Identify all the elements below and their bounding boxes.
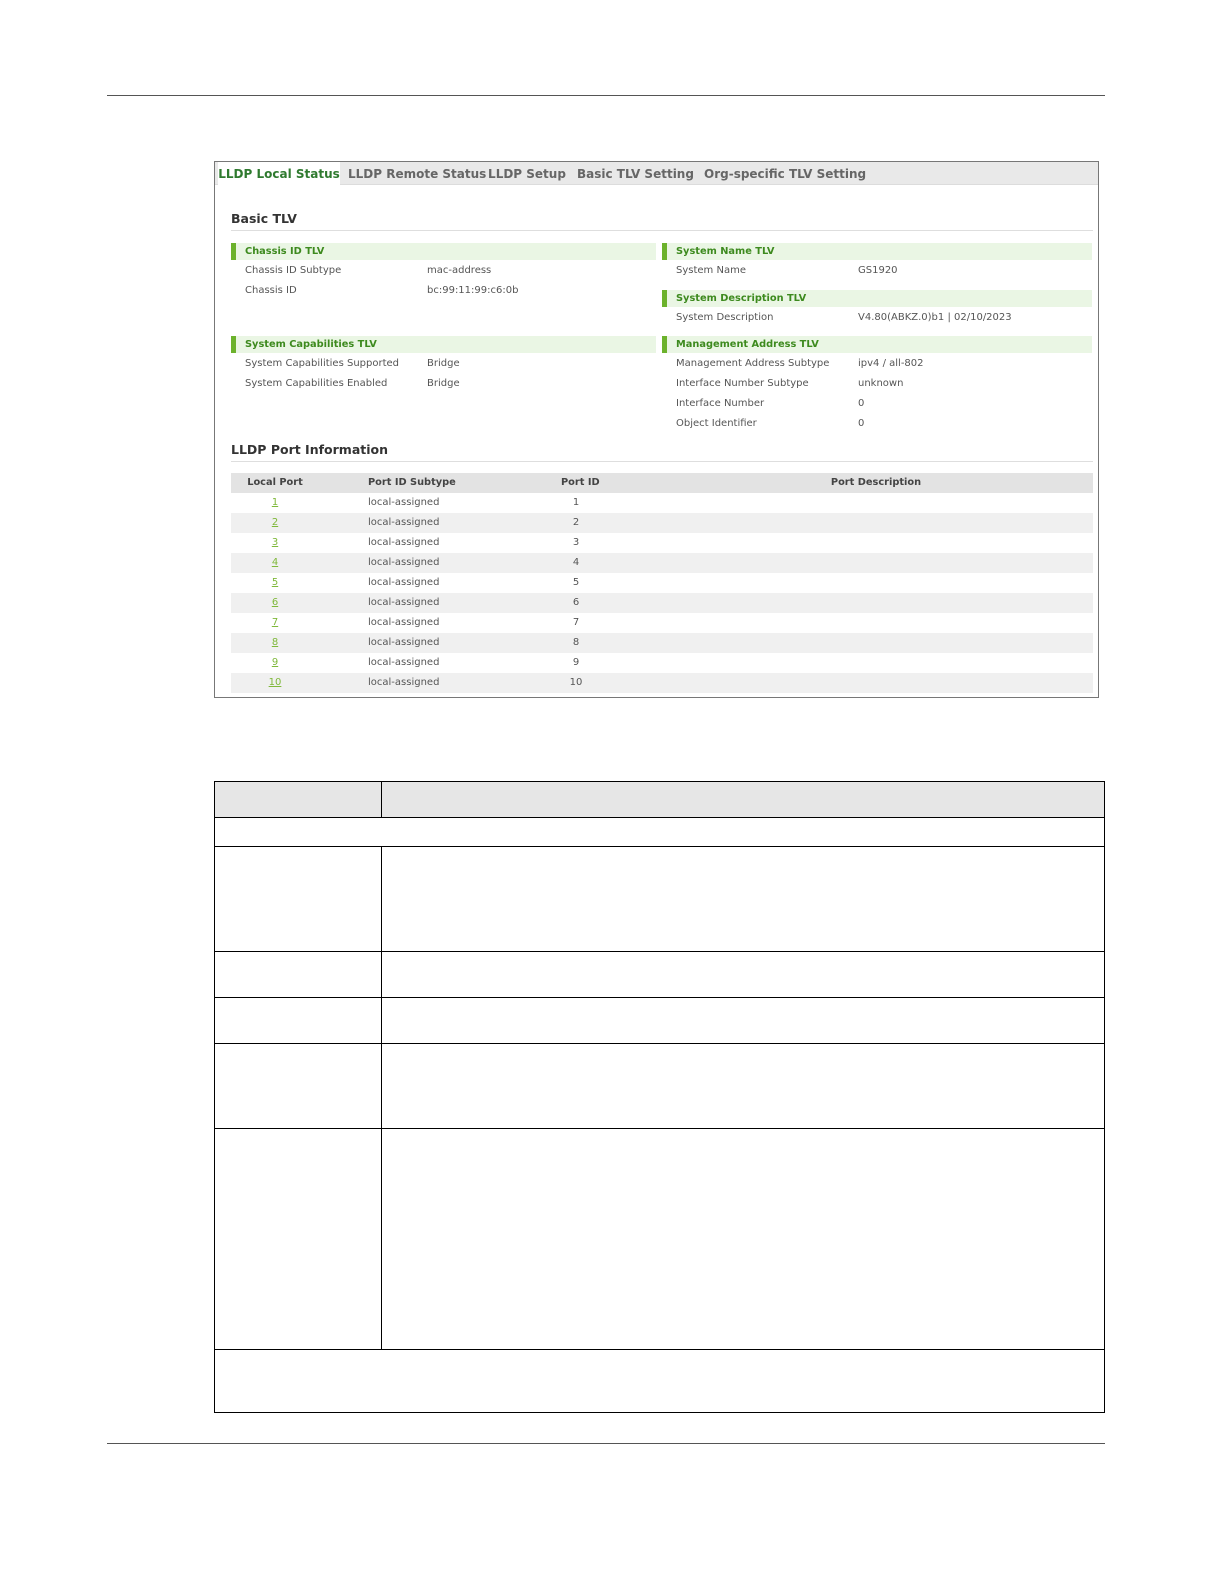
port-id-subtype-cell: local-assigned bbox=[368, 597, 440, 608]
port-id-subtype-cell: local-assigned bbox=[368, 617, 440, 628]
table-row: 9 local-assigned 9 bbox=[231, 653, 1093, 673]
port-id-cell: 7 bbox=[572, 617, 580, 628]
tab-lldp-remote-status[interactable]: LLDP Remote Status bbox=[348, 162, 486, 184]
management-address-subtype-label: Management Address Subtype bbox=[676, 358, 830, 369]
port-information-title: LLDP Port Information bbox=[231, 442, 389, 457]
port-id-cell: 2 bbox=[572, 517, 580, 528]
system-description-label: System Description bbox=[676, 312, 774, 323]
local-port-link[interactable]: 9 bbox=[272, 657, 278, 668]
system-capabilities-tlv-header: System Capabilities TLV bbox=[231, 336, 656, 353]
port-id-cell: 1 bbox=[572, 497, 580, 508]
chassis-id-value: bc:99:11:99:c6:0b bbox=[427, 285, 519, 296]
capabilities-supported-value: Bridge bbox=[427, 358, 460, 369]
port-information-divider bbox=[231, 461, 1093, 462]
local-port-link[interactable]: 10 bbox=[269, 677, 282, 688]
table-row-line bbox=[214, 997, 1105, 998]
col-port-id-subtype: Port ID Subtype bbox=[368, 477, 456, 488]
port-id-cell: 10 bbox=[569, 677, 583, 688]
description-table-header bbox=[214, 781, 1105, 817]
lldp-local-status-panel: LLDP Local Status LLDP Remote Status LLD… bbox=[214, 161, 1099, 698]
interface-number-subtype-value: unknown bbox=[858, 378, 904, 389]
local-port-link[interactable]: 3 bbox=[272, 537, 278, 548]
tab-basic-tlv-setting[interactable]: Basic TLV Setting bbox=[577, 162, 694, 184]
port-id-subtype-cell: local-assigned bbox=[368, 677, 440, 688]
interface-number-label: Interface Number bbox=[676, 398, 765, 409]
system-name-label: System Name bbox=[676, 265, 746, 276]
tab-bar: LLDP Local Status LLDP Remote Status LLD… bbox=[215, 162, 1098, 185]
table-row: 5 local-assigned 5 bbox=[231, 573, 1093, 593]
port-id-subtype-cell: local-assigned bbox=[368, 637, 440, 648]
object-identifier-label: Object Identifier bbox=[676, 418, 757, 429]
table-header: Local Port Port ID Subtype Port ID Port … bbox=[231, 473, 1093, 493]
chassis-id-tlv-header: Chassis ID TLV bbox=[231, 243, 656, 260]
header-rule bbox=[107, 95, 1105, 96]
port-information-table: Local Port Port ID Subtype Port ID Port … bbox=[231, 473, 1093, 693]
footer-rule bbox=[107, 1443, 1105, 1444]
port-id-cell: 8 bbox=[572, 637, 580, 648]
table-row-line bbox=[214, 846, 1105, 847]
table-row-line bbox=[214, 1349, 1105, 1350]
tab-lldp-setup[interactable]: LLDP Setup bbox=[487, 162, 567, 184]
port-id-cell: 3 bbox=[572, 537, 580, 548]
table-border-left bbox=[214, 781, 215, 1413]
local-port-link[interactable]: 6 bbox=[272, 597, 278, 608]
tab-lldp-local-status[interactable]: LLDP Local Status bbox=[218, 162, 340, 185]
port-id-cell: 9 bbox=[572, 657, 580, 668]
chassis-id-label: Chassis ID bbox=[245, 285, 297, 296]
table-col-line bbox=[381, 846, 382, 1350]
capabilities-supported-label: System Capabilities Supported bbox=[245, 358, 400, 369]
chassis-id-subtype-label: Chassis ID Subtype bbox=[245, 265, 342, 276]
port-id-subtype-cell: local-assigned bbox=[368, 557, 440, 568]
local-port-link[interactable]: 1 bbox=[272, 497, 278, 508]
table-border-right bbox=[1104, 781, 1105, 1413]
management-address-subtype-value: ipv4 / all-802 bbox=[858, 358, 924, 369]
management-address-tlv-header: Management Address TLV bbox=[662, 336, 1092, 353]
table-row: 1 local-assigned 1 bbox=[231, 493, 1093, 513]
table-row: 2 local-assigned 2 bbox=[231, 513, 1093, 533]
system-description-value: V4.80(ABKZ.0)b1 | 02/10/2023 bbox=[858, 312, 1012, 323]
table-row-line bbox=[214, 951, 1105, 952]
port-id-subtype-cell: local-assigned bbox=[368, 657, 440, 668]
port-id-subtype-cell: local-assigned bbox=[368, 497, 440, 508]
port-id-subtype-cell: local-assigned bbox=[368, 517, 440, 528]
table-row: 8 local-assigned 8 bbox=[231, 633, 1093, 653]
table-row: 6 local-assigned 6 bbox=[231, 593, 1093, 613]
system-name-tlv-header: System Name TLV bbox=[662, 243, 1092, 260]
port-id-subtype-cell: local-assigned bbox=[368, 537, 440, 548]
table-row: 10 local-assigned 10 bbox=[231, 673, 1093, 693]
local-port-link[interactable]: 7 bbox=[272, 617, 278, 628]
table-row: 7 local-assigned 7 bbox=[231, 613, 1093, 633]
port-id-cell: 6 bbox=[572, 597, 580, 608]
table-row: 4 local-assigned 4 bbox=[231, 553, 1093, 573]
col-local-port: Local Port bbox=[247, 477, 303, 488]
table-row-line bbox=[214, 1128, 1105, 1129]
col-port-description: Port Description bbox=[830, 477, 922, 488]
object-identifier-value: 0 bbox=[858, 418, 865, 429]
interface-number-value: 0 bbox=[858, 398, 865, 409]
table-row-line bbox=[214, 817, 1105, 818]
col-port-id: Port ID bbox=[561, 477, 600, 488]
local-port-link[interactable]: 4 bbox=[272, 557, 278, 568]
table-row: 3 local-assigned 3 bbox=[231, 533, 1093, 553]
basic-tlv-divider bbox=[231, 230, 1093, 231]
table-col-line bbox=[381, 781, 382, 818]
system-description-tlv-header: System Description TLV bbox=[662, 290, 1092, 307]
local-port-link[interactable]: 8 bbox=[272, 637, 278, 648]
table-border-bottom bbox=[214, 1412, 1105, 1413]
port-id-cell: 4 bbox=[572, 557, 580, 568]
system-name-value: GS1920 bbox=[858, 265, 898, 276]
chassis-id-subtype-value: mac-address bbox=[427, 265, 492, 276]
port-id-cell: 5 bbox=[572, 577, 580, 588]
basic-tlv-title: Basic TLV bbox=[231, 211, 297, 226]
port-id-subtype-cell: local-assigned bbox=[368, 577, 440, 588]
interface-number-subtype-label: Interface Number Subtype bbox=[676, 378, 809, 389]
capabilities-enabled-label: System Capabilities Enabled bbox=[245, 378, 388, 389]
local-port-link[interactable]: 5 bbox=[272, 577, 278, 588]
table-row-line bbox=[214, 1043, 1105, 1044]
local-port-link[interactable]: 2 bbox=[272, 517, 278, 528]
capabilities-enabled-value: Bridge bbox=[427, 378, 460, 389]
description-table bbox=[214, 781, 1105, 1413]
tab-org-specific-tlv-setting[interactable]: Org-specific TLV Setting bbox=[704, 162, 866, 184]
table-border-top bbox=[214, 781, 1105, 782]
